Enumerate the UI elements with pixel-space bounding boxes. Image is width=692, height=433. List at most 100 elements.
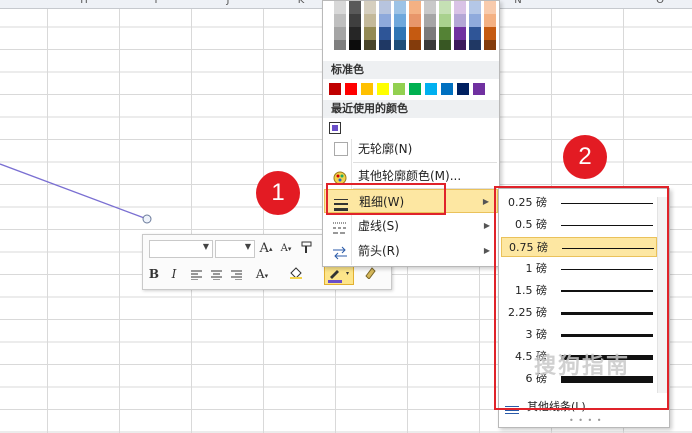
theme-color-swatch[interactable] — [364, 27, 376, 40]
theme-color-swatch[interactable] — [349, 40, 361, 50]
theme-color-swatch[interactable] — [484, 27, 496, 40]
menu-item-dashes[interactable]: 虚线(S) ▶ — [324, 214, 498, 238]
theme-color-swatch[interactable] — [424, 14, 436, 27]
theme-color-swatch[interactable] — [469, 40, 481, 50]
theme-color-swatch[interactable] — [334, 1, 346, 14]
align-right-icon[interactable] — [227, 265, 245, 283]
theme-color-swatch[interactable] — [424, 40, 436, 50]
theme-color-swatch[interactable] — [424, 27, 436, 40]
theme-color-swatch[interactable] — [379, 1, 391, 14]
theme-color-swatch[interactable] — [469, 1, 481, 14]
theme-color-swatch[interactable] — [439, 27, 451, 40]
menu-item-arrows[interactable]: 箭头(R) ▶ — [324, 239, 498, 263]
theme-color-swatch[interactable] — [349, 14, 361, 27]
shrink-font-icon[interactable]: A▾ — [277, 240, 295, 258]
theme-color-column — [484, 1, 496, 50]
menu-item-label: 其他轮廓颜色(M)... — [358, 169, 462, 183]
submenu-arrow-icon: ▶ — [483, 246, 490, 255]
align-center-icon[interactable] — [207, 265, 225, 283]
standard-color-swatch[interactable] — [473, 83, 485, 95]
theme-color-swatch[interactable] — [469, 14, 481, 27]
line-endpoint-handle — [142, 214, 152, 224]
theme-color-swatch[interactable] — [409, 1, 421, 14]
align-left-icon[interactable] — [187, 265, 205, 283]
standard-color-swatch[interactable] — [377, 83, 389, 95]
theme-color-swatch[interactable] — [409, 27, 421, 40]
arrow-style-icon — [332, 244, 348, 260]
font-size-combo[interactable]: ▼ — [215, 240, 255, 258]
format-painter-icon[interactable] — [299, 240, 317, 258]
standard-color-swatch[interactable] — [345, 83, 357, 95]
recent-color-swatch[interactable] — [329, 122, 341, 134]
theme-color-swatch[interactable] — [334, 14, 346, 27]
theme-color-swatch[interactable] — [334, 40, 346, 50]
standard-color-swatch[interactable] — [425, 83, 437, 95]
theme-color-swatch[interactable] — [394, 40, 406, 50]
menu-divider — [353, 162, 497, 163]
theme-color-swatch[interactable] — [379, 40, 391, 50]
color-palette-icon — [332, 169, 348, 185]
font-color-icon[interactable]: A▾ — [253, 265, 271, 283]
menu-item-no-outline[interactable]: 无轮廓(N) — [324, 137, 498, 161]
step-2-badge: 2 — [563, 135, 607, 179]
highlight-box-weight-item — [326, 183, 446, 215]
theme-color-swatch[interactable] — [409, 40, 421, 50]
theme-color-swatch[interactable] — [454, 40, 466, 50]
theme-color-column — [409, 1, 421, 50]
theme-color-column — [424, 1, 436, 50]
dropdown-arrow-icon[interactable]: ▼ — [203, 242, 209, 251]
theme-color-swatch[interactable] — [394, 14, 406, 27]
theme-color-swatch[interactable] — [379, 14, 391, 27]
italic-icon[interactable]: I — [165, 265, 183, 283]
theme-color-column — [364, 1, 376, 50]
theme-color-swatch[interactable] — [394, 27, 406, 40]
theme-color-swatch[interactable] — [484, 40, 496, 50]
standard-color-swatch[interactable] — [457, 83, 469, 95]
shape-effects-icon[interactable] — [361, 265, 379, 283]
theme-color-column — [439, 1, 451, 50]
theme-color-swatch[interactable] — [484, 1, 496, 14]
standard-color-swatch[interactable] — [409, 83, 421, 95]
theme-color-swatch[interactable] — [409, 14, 421, 27]
resize-grip[interactable]: • • • • — [569, 416, 603, 425]
theme-color-swatch[interactable] — [364, 1, 376, 14]
standard-color-swatch[interactable] — [329, 83, 341, 95]
theme-color-swatch[interactable] — [394, 1, 406, 14]
menu-item-label: 无轮廓(N) — [358, 142, 413, 156]
theme-color-swatch[interactable] — [424, 1, 436, 14]
theme-color-swatch[interactable] — [334, 27, 346, 40]
bold-icon[interactable]: B — [145, 265, 163, 283]
standard-colors-title: 标准色 — [323, 61, 499, 79]
menu-item-label: 箭头(R) — [358, 244, 400, 258]
theme-color-swatch[interactable] — [349, 27, 361, 40]
menu-item-label: 虚线(S) — [358, 219, 399, 233]
theme-color-swatch[interactable] — [454, 27, 466, 40]
shape-outline-menu: 标准色 最近使用的颜色 无轮廓(N) 其他轮廓颜色(M)... 粗细(W) ▶ … — [322, 0, 500, 267]
dropdown-arrow-icon[interactable]: ▼ — [245, 242, 251, 251]
theme-color-swatch[interactable] — [484, 14, 496, 27]
theme-color-swatch[interactable] — [379, 27, 391, 40]
standard-color-swatch[interactable] — [441, 83, 453, 95]
theme-color-swatch[interactable] — [439, 40, 451, 50]
theme-color-column — [334, 1, 346, 50]
fill-color-icon[interactable] — [287, 265, 305, 283]
grow-font-icon[interactable]: A▴ — [257, 240, 275, 258]
no-outline-icon — [334, 142, 348, 156]
font-name-combo[interactable]: ▼ — [149, 240, 213, 258]
standard-color-swatch[interactable] — [393, 83, 405, 95]
theme-color-swatch[interactable] — [439, 1, 451, 14]
theme-color-swatch[interactable] — [439, 14, 451, 27]
recent-color-fill — [332, 125, 338, 131]
submenu-arrow-icon: ▶ — [483, 221, 490, 230]
theme-color-swatch[interactable] — [454, 1, 466, 14]
standard-color-swatch[interactable] — [361, 83, 373, 95]
theme-color-swatch[interactable] — [469, 27, 481, 40]
theme-color-swatch[interactable] — [364, 14, 376, 27]
theme-color-swatch[interactable] — [349, 1, 361, 14]
theme-color-swatch[interactable] — [364, 40, 376, 50]
dash-style-icon — [332, 219, 348, 234]
theme-color-swatch[interactable] — [454, 14, 466, 27]
theme-color-column — [379, 1, 391, 50]
submenu-arrow-icon: ▶ — [482, 197, 489, 206]
theme-color-column — [454, 1, 466, 50]
